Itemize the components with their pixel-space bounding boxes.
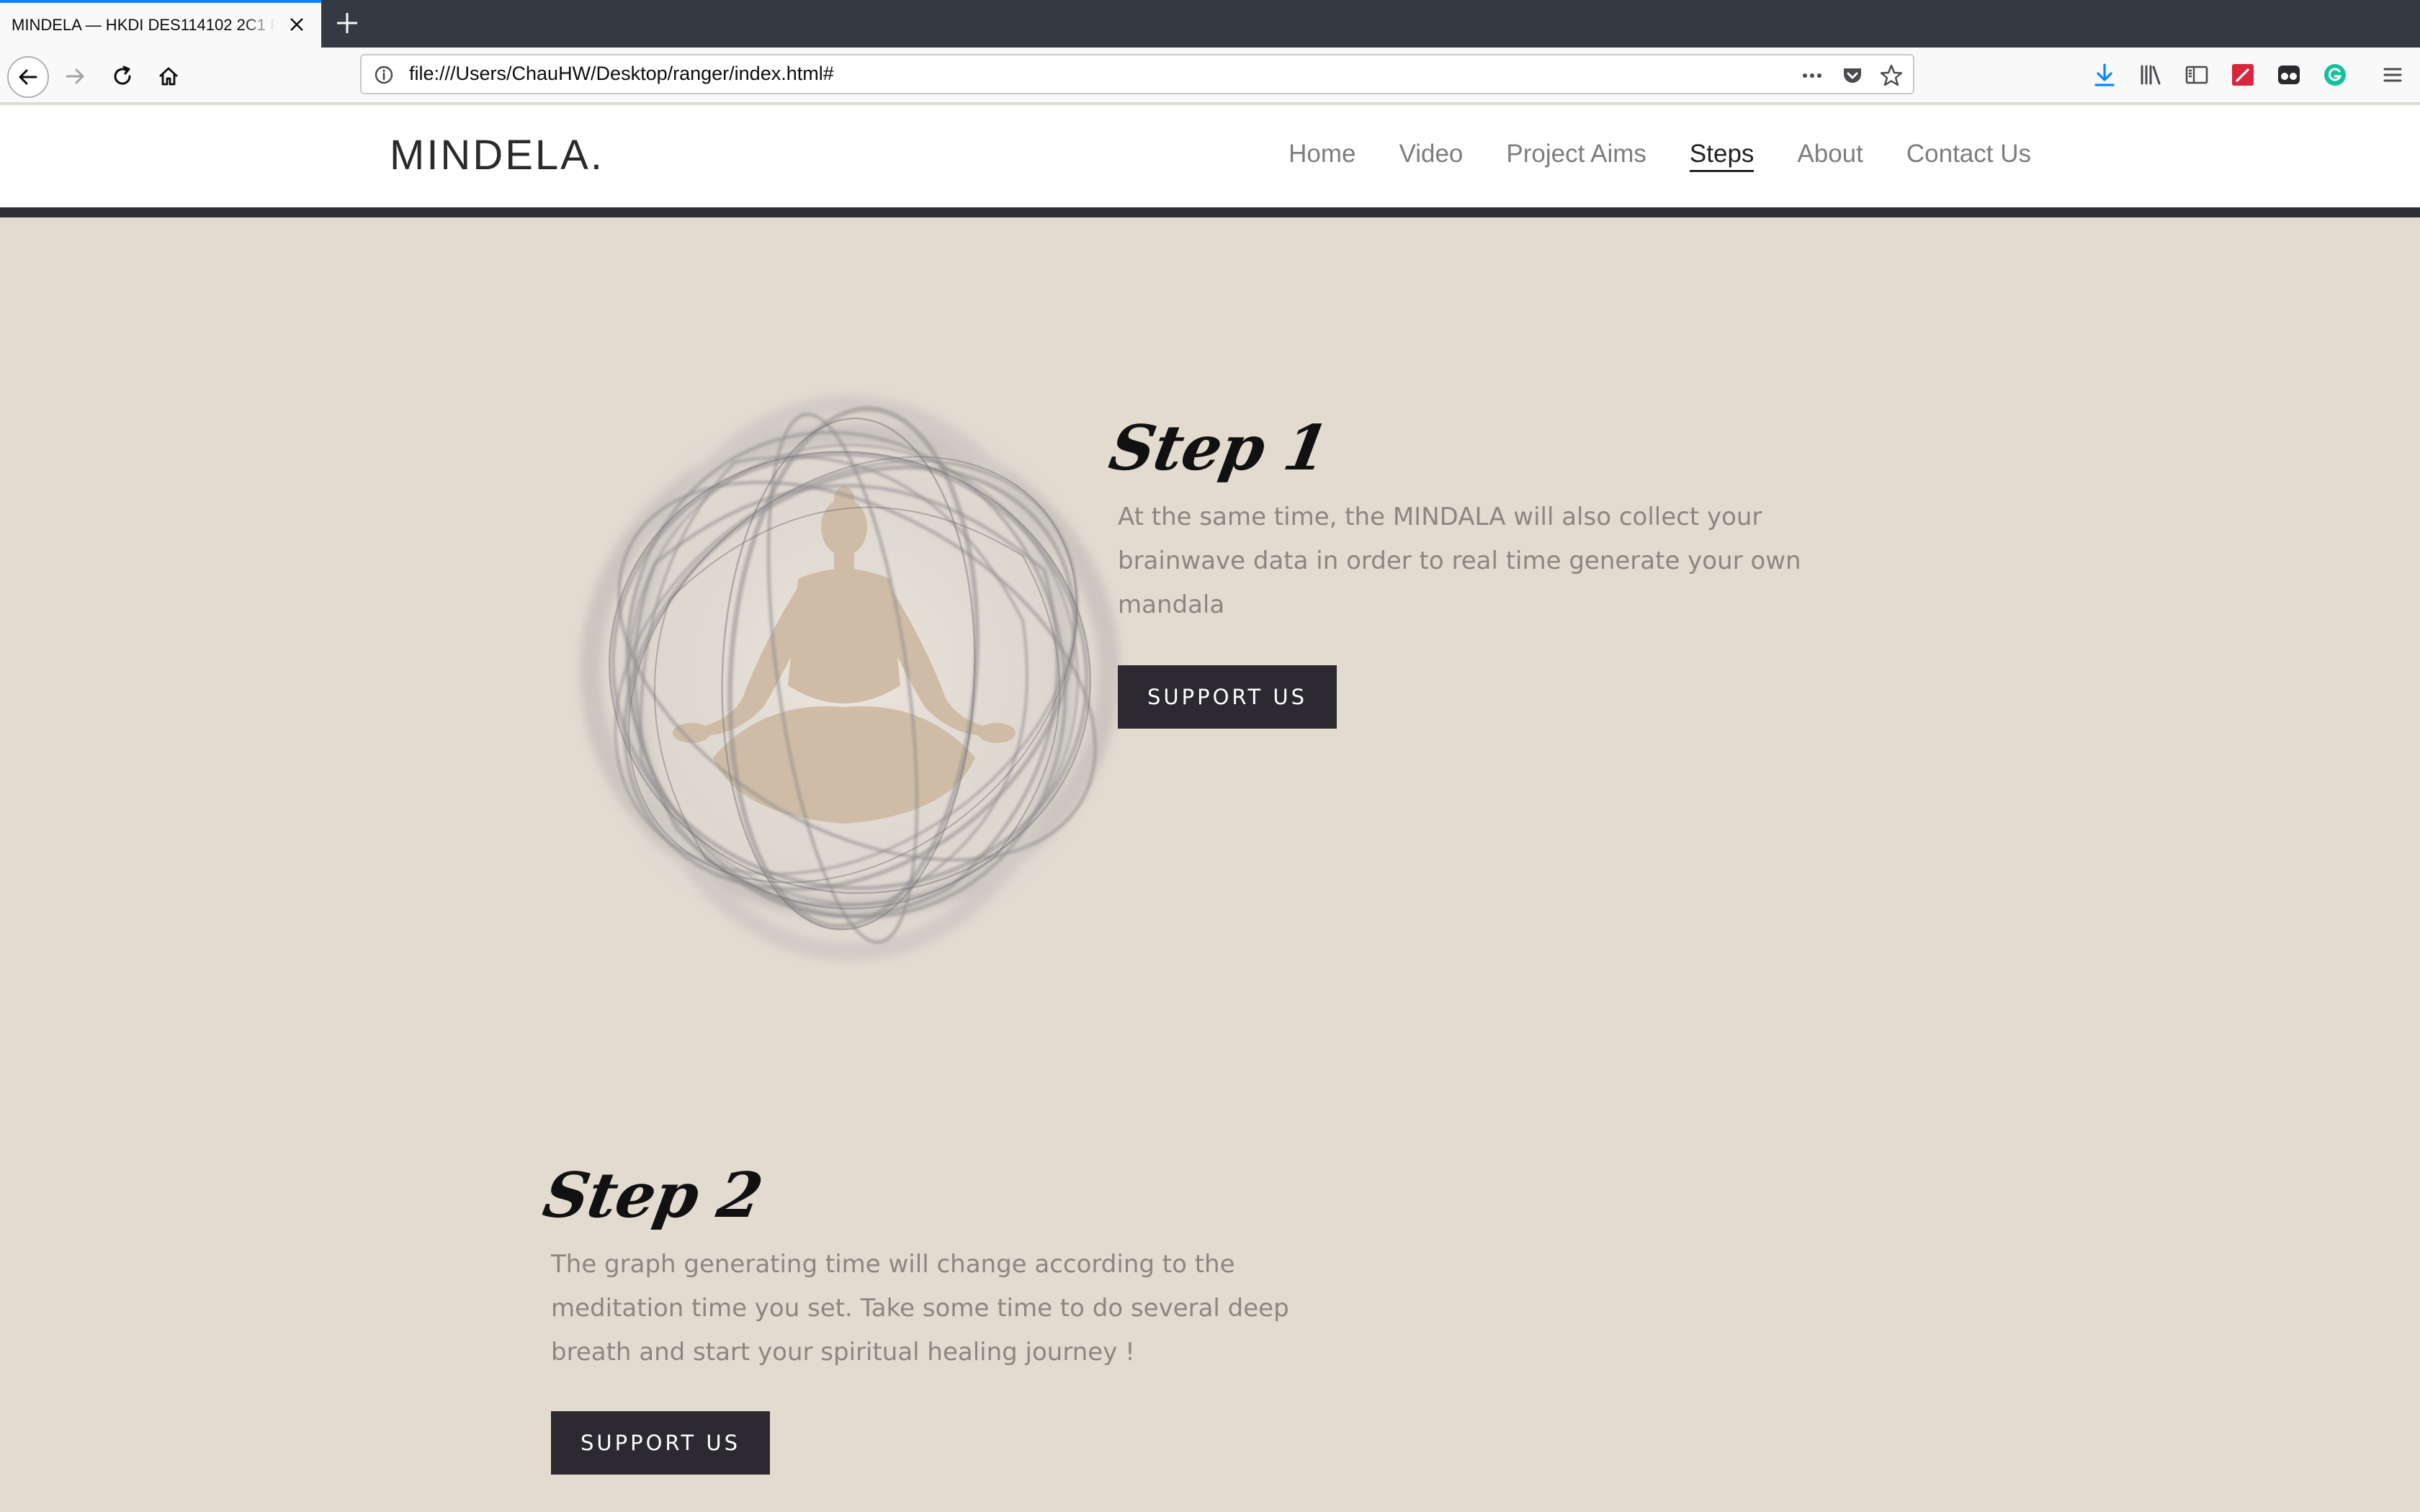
nav-project-aims[interactable]: Project Aims — [1506, 140, 1646, 172]
download-icon — [2094, 63, 2115, 86]
browser-navigation-bar: file:///Users/ChauHW/Desktop/ranger/inde… — [0, 48, 2420, 104]
site-logo[interactable]: MINDELA. — [390, 131, 604, 179]
reload-button[interactable] — [104, 58, 141, 95]
nav-about[interactable]: About — [1797, 140, 1863, 172]
nav-video[interactable]: Video — [1399, 140, 1464, 172]
extension-mask-button[interactable] — [2273, 59, 2305, 91]
support-us-button-step-2[interactable]: SUPPORT US — [551, 1411, 770, 1475]
nav-home[interactable]: Home — [1289, 140, 1355, 172]
browser-tab-strip: MINDELA — HKDI DES114102 2C1 F — [0, 0, 2420, 48]
step-2-title: Step 2 — [538, 1159, 768, 1232]
pocket-icon — [1844, 68, 1861, 83]
site-nav: Home Video Project Aims Steps About Cont… — [1289, 140, 2031, 172]
extension-red-icon — [2232, 64, 2254, 86]
step-1-title: Step 1 — [1104, 412, 1334, 485]
more-dots-icon — [1803, 73, 1821, 78]
info-icon[interactable] — [373, 64, 395, 86]
grammarly-button[interactable] — [2319, 59, 2351, 91]
library-button[interactable] — [2135, 59, 2166, 91]
new-tab-plus-icon[interactable] — [333, 9, 362, 37]
support-us-button-step-1[interactable]: SUPPORT US — [1118, 665, 1337, 729]
library-icon — [2141, 65, 2161, 85]
step-2-description: The graph generating time will change ac… — [551, 1250, 1289, 1367]
grammarly-icon — [2324, 64, 2346, 86]
site-header: MINDELA. Home Video Project Aims Steps A… — [0, 105, 2420, 207]
nav-contact-us[interactable]: Contact Us — [1906, 140, 2031, 172]
forward-button[interactable] — [56, 58, 94, 95]
reload-icon — [114, 66, 131, 85]
step-1-description: At the same time, the MINDALA will also … — [1118, 503, 1801, 619]
home-icon — [159, 67, 178, 86]
extension-red-button[interactable] — [2227, 59, 2259, 91]
sidebar-button[interactable] — [2181, 59, 2213, 91]
star-icon — [1880, 64, 1903, 86]
browser-tab-active[interactable]: MINDELA — HKDI DES114102 2C1 F — [0, 0, 321, 48]
bookmark-star-button[interactable] — [1878, 63, 1904, 89]
home-button[interactable] — [150, 58, 187, 95]
url-text[interactable]: file:///Users/ChauHW/Desktop/ranger/inde… — [409, 63, 834, 85]
downloads-button[interactable] — [2089, 59, 2120, 91]
steps-section: Step 1 At the same time, the MINDALA wil… — [0, 217, 2420, 1512]
close-icon[interactable] — [285, 13, 308, 36]
tab-title: MINDELA — HKDI DES114102 2C1 F — [12, 16, 275, 34]
forward-arrow-icon — [66, 68, 84, 84]
extension-mask-icon — [2278, 66, 2300, 84]
sidebar-icon — [2185, 66, 2208, 84]
header-border — [0, 207, 2420, 217]
nav-steps[interactable]: Steps — [1689, 140, 1754, 172]
pocket-button[interactable] — [1839, 63, 1865, 89]
back-arrow-icon — [19, 69, 37, 85]
page-actions-button[interactable] — [1799, 63, 1825, 89]
back-button[interactable] — [7, 56, 49, 98]
hamburger-menu-icon — [2383, 68, 2402, 82]
mandala-meditation-illustration — [569, 390, 1131, 961]
url-bar[interactable]: file:///Users/ChauHW/Desktop/ranger/inde… — [360, 54, 1914, 94]
open-menu-button[interactable] — [2377, 59, 2408, 91]
